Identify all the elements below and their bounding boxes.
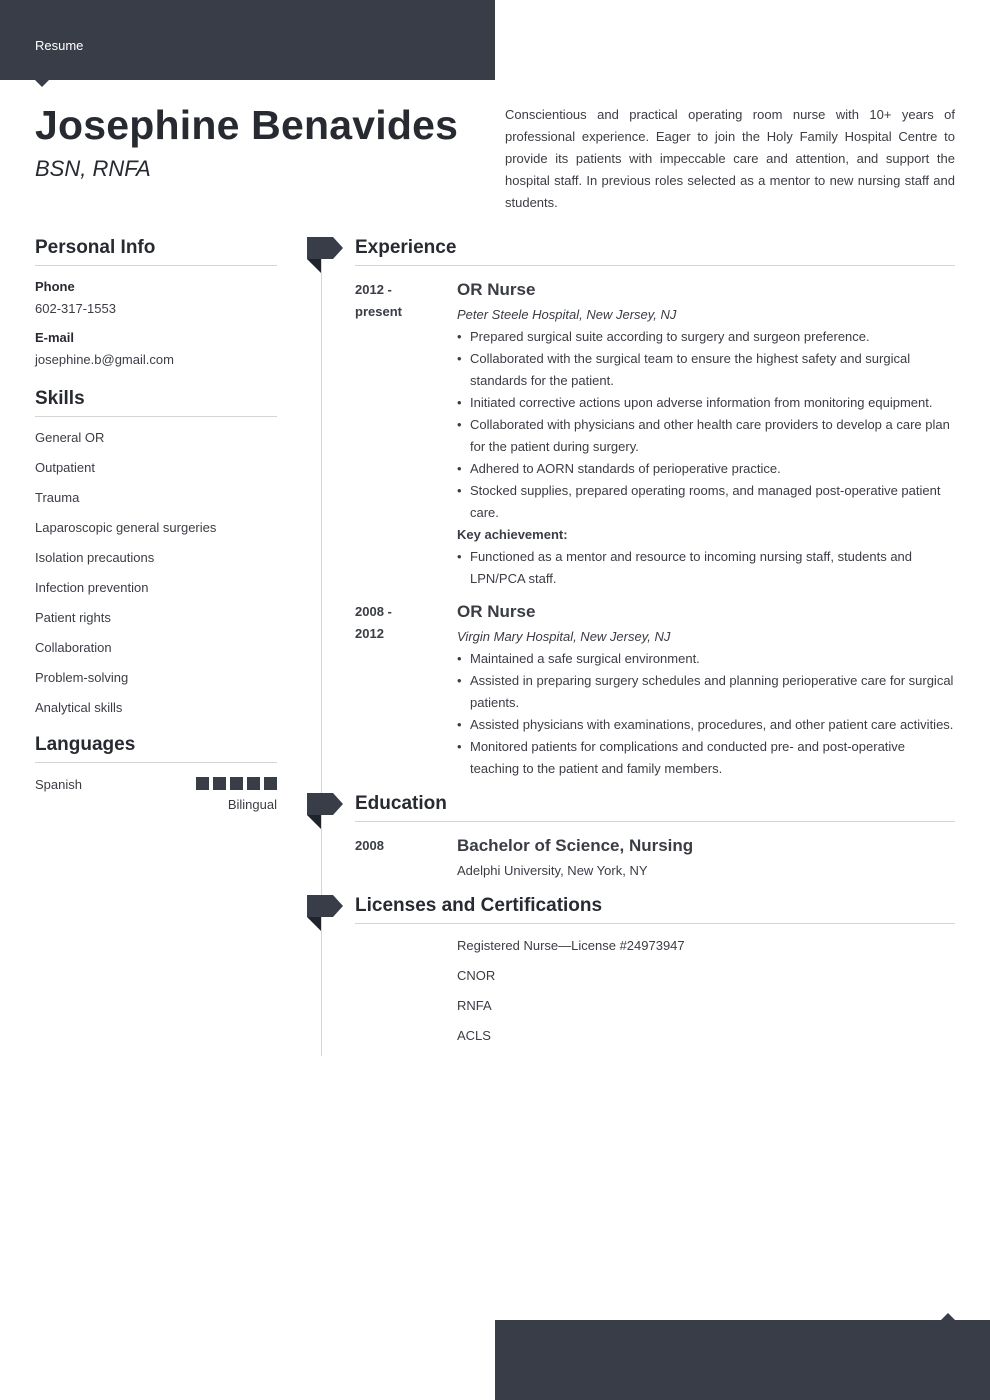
job-bullet: Monitored patients for complications and… [457,736,955,780]
certifications-list: Registered Nurse—License #24973947 CNOR … [355,938,955,1058]
skill-item: Collaboration [35,640,112,655]
candidate-credentials: BSN, RNFA [35,156,151,181]
section-flag-icon [307,237,344,274]
phone-value: 602-317-1553 [35,301,116,316]
skills-section: Skills General OR Outpatient Trauma Lapa… [35,388,277,716]
rating-square-filled [213,777,226,790]
skill-item: Problem-solving [35,670,129,685]
job-bullet: Maintained a safe surgical environment. [457,648,955,670]
skill-item: Trauma [35,490,80,505]
job-bullet: Prepared surgical suite according to sur… [457,326,955,348]
candidate-name: Josephine Benavides [35,102,459,148]
experience-entry: 2008 - 2012 OR Nurse Virgin Mary Hospita… [355,601,955,780]
job-title: OR Nurse [457,280,536,299]
personal-info-section: Personal Info Phone 602-317-1553 E-mail … [35,237,277,368]
footer-bar [495,1313,990,1400]
certification-item: Registered Nurse—License #24973947 [457,938,685,953]
header-bar: Resume [0,0,495,87]
footer-notch [941,1313,955,1320]
rating-square-filled [264,777,277,790]
job-date-start: 2008 - [355,604,392,619]
email-value: josephine.b@gmail.com [35,352,174,367]
left-column: Personal Info Phone 602-317-1553 E-mail … [35,237,277,813]
header-notch [35,80,49,87]
skill-item: Patient rights [35,610,111,625]
certification-item: ACLS [457,1028,491,1043]
job-bullet: Adhered to AORN standards of perioperati… [457,458,955,480]
certification-item: RNFA [457,998,492,1013]
languages-title: Languages [35,734,277,763]
job-bullet: Collaborated with physicians and other h… [457,414,955,458]
experience-title: Experience [355,237,955,266]
profile-summary: Conscientious and practical operating ro… [505,107,955,210]
education-title: Education [355,793,955,822]
phone-label: Phone [35,279,75,294]
languages-section: Languages Spanish Bilingual [35,734,277,813]
job-bullet: Initiated corrective actions upon advers… [457,392,955,414]
certifications-title: Licenses and Certifications [355,895,955,924]
skills-title: Skills [35,388,277,417]
document-label: Resume [35,38,84,53]
rating-square-filled [196,777,209,790]
language-name: Spanish [35,777,82,792]
key-achievement-label: Key achievement: [457,527,568,542]
job-bullet: Stocked supplies, prepared operating roo… [457,480,955,524]
rating-square-filled [230,777,243,790]
skill-item: Analytical skills [35,700,123,715]
language-row: Spanish [35,776,277,792]
timeline-line [321,259,322,1056]
language-rating [196,777,277,790]
experience-entry: 2012 - present OR Nurse Peter Steele Hos… [355,279,955,590]
job-bullet: Assisted in preparing surgery schedules … [457,670,955,714]
certification-item: CNOR [457,968,496,983]
skill-item: Laparoscopic general surgeries [35,520,217,535]
skill-item: Isolation precautions [35,550,155,565]
education-year: 2008 [355,838,384,853]
job-bullet: Assisted physicians with examinations, p… [457,714,955,736]
personal-info-title: Personal Info [35,237,277,266]
job-employer: Virgin Mary Hospital, New Jersey, NJ [457,629,671,644]
skill-item: Outpatient [35,460,95,475]
job-title: OR Nurse [457,602,536,621]
key-achievement-bullet: Functioned as a mentor and resource to i… [457,546,955,590]
language-level: Bilingual [227,797,277,812]
job-date-start: 2012 - [355,282,392,297]
job-dates: 2008 - 2012 [355,601,445,645]
rating-square-filled [247,777,260,790]
job-date-end: present [355,304,402,319]
skill-item: Infection prevention [35,580,149,595]
school-name: Adelphi University, New York, NY [457,863,648,878]
skill-item: General OR [35,430,105,445]
job-bullets: Prepared surgical suite according to sur… [457,326,955,524]
job-dates: 2012 - present [355,279,445,323]
job-bullets: Maintained a safe surgical environment. … [457,648,955,780]
education-entry: 2008 Bachelor of Science, Nursing Adelph… [355,835,955,882]
job-date-end: 2012 [355,626,384,641]
job-bullet: Collaborated with the surgical team to e… [457,348,955,392]
email-label: E-mail [35,330,75,345]
skills-list: General OR Outpatient Trauma Laparoscopi… [35,430,277,716]
section-flag-icon [307,895,344,932]
key-achievement-bullets: Functioned as a mentor and resource to i… [457,546,955,590]
degree-title: Bachelor of Science, Nursing [457,836,694,855]
job-employer: Peter Steele Hospital, New Jersey, NJ [457,307,677,322]
section-flag-icon [307,793,344,830]
